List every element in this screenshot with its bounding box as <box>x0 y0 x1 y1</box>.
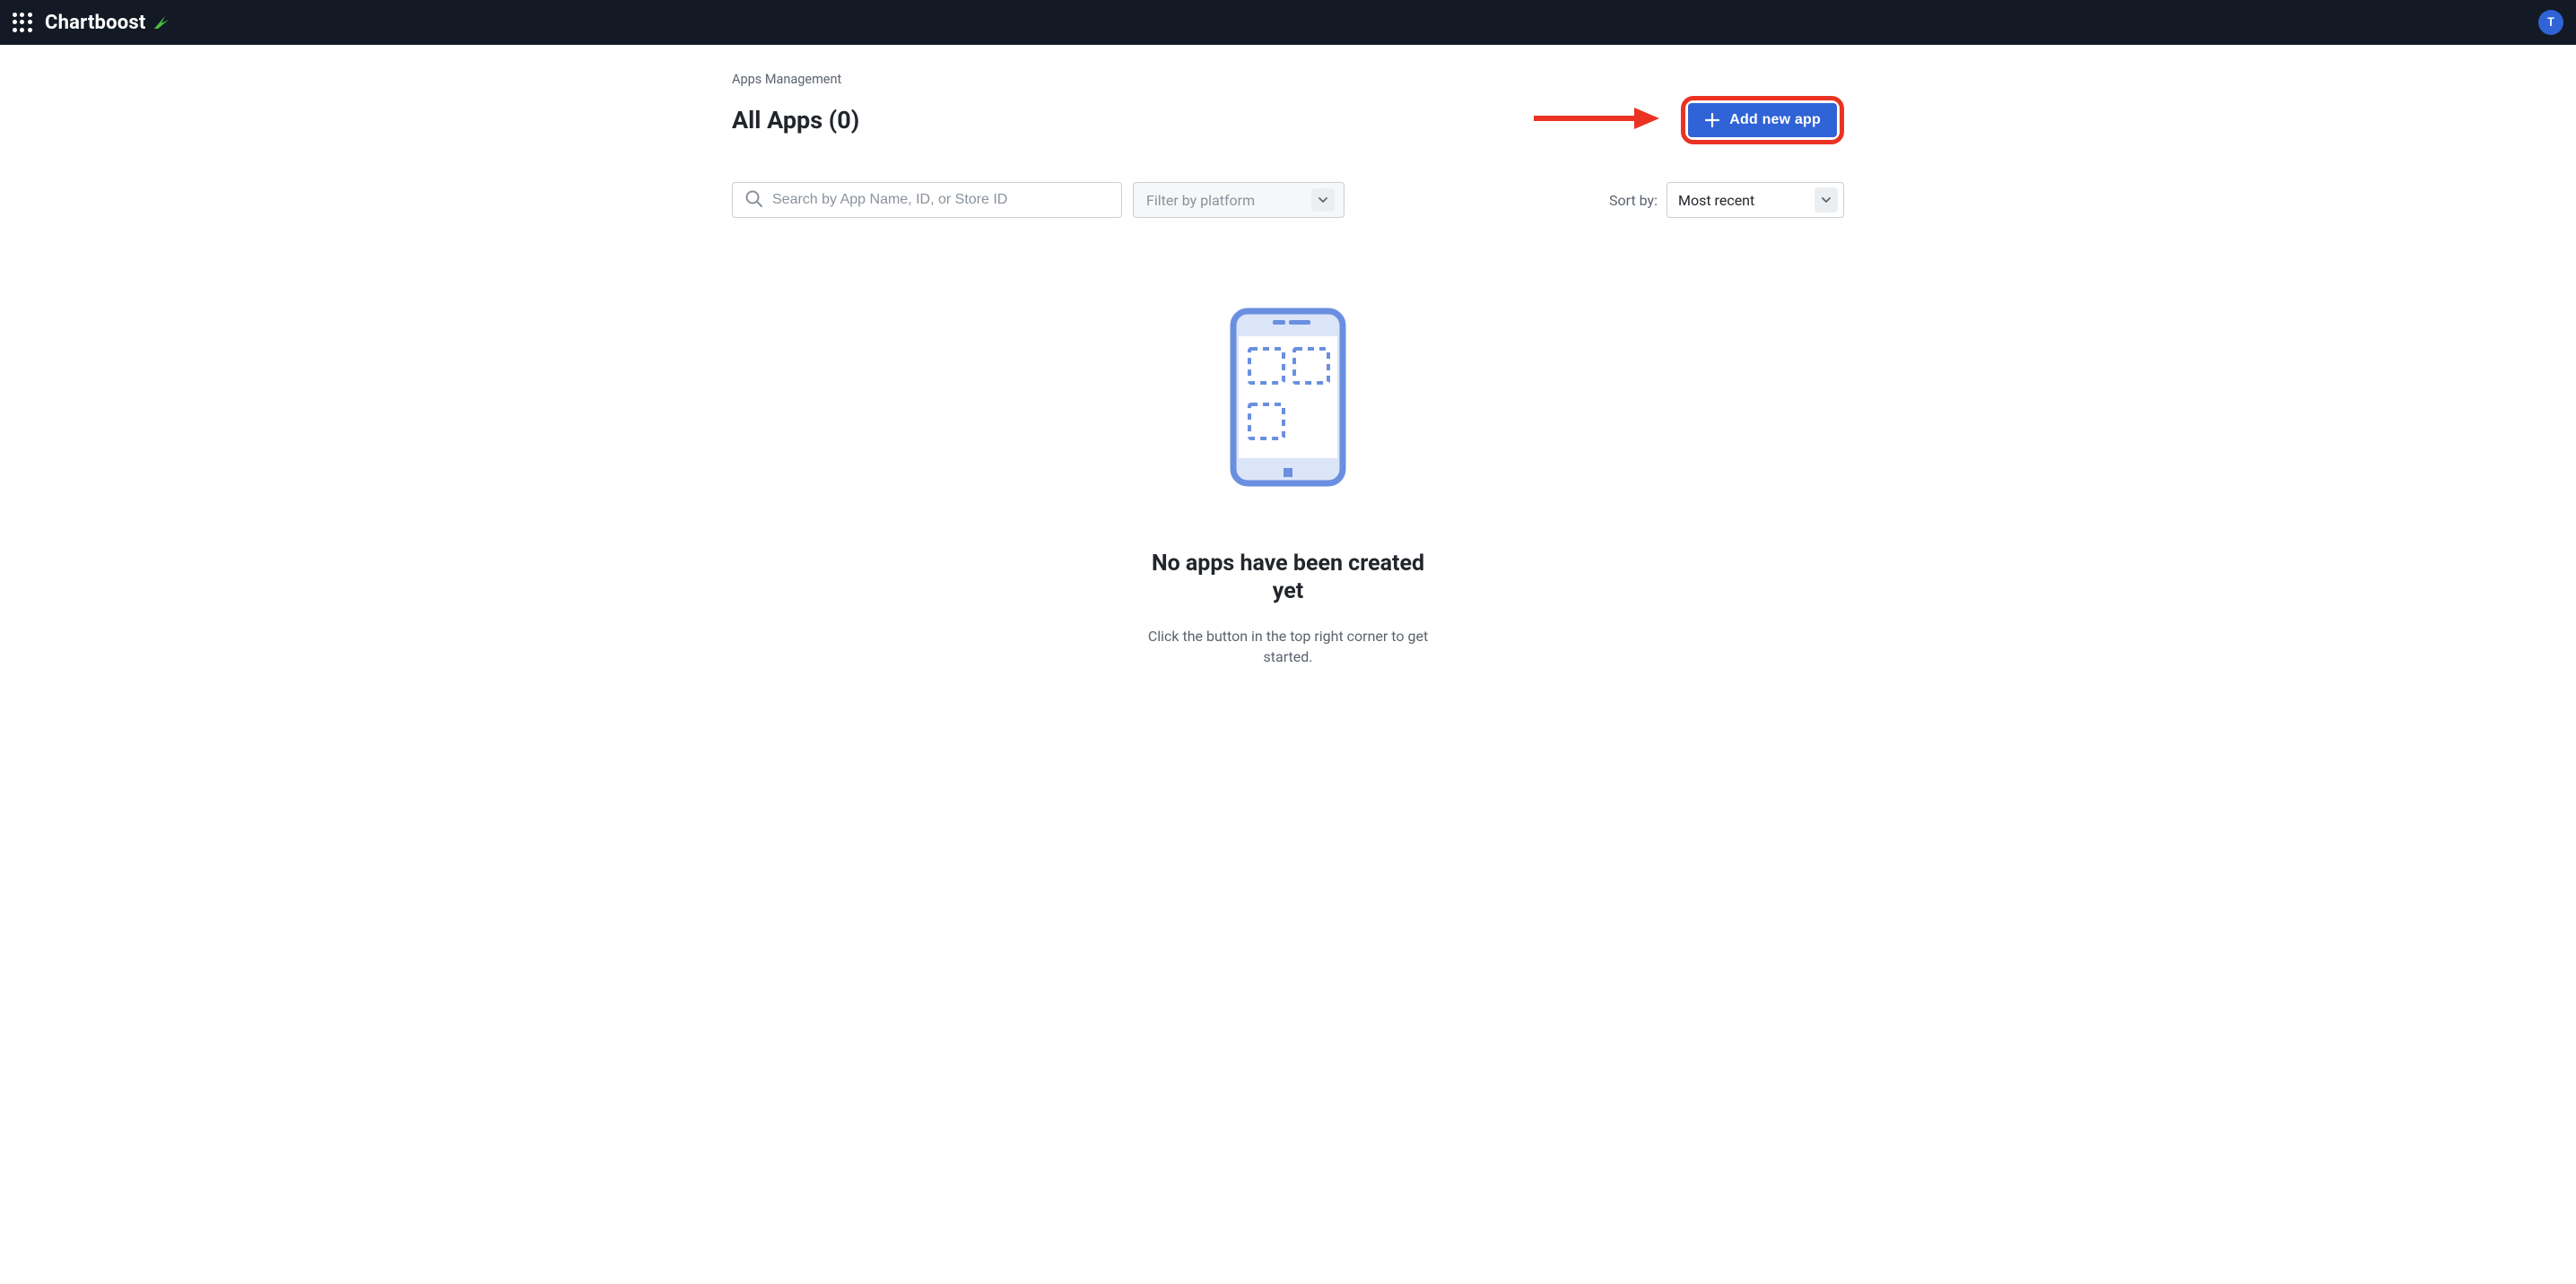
topbar-left: Chartboost <box>13 12 170 34</box>
phone-illustration-icon <box>1230 308 1346 487</box>
add-new-app-button[interactable]: Add new app <box>1688 103 1837 137</box>
sort-select[interactable]: Most recent <box>1667 182 1844 218</box>
chevron-down-icon <box>1311 188 1335 212</box>
app-switcher-icon[interactable] <box>13 13 32 32</box>
empty-state: No apps have been created yet Click the … <box>732 308 1844 667</box>
add-button-highlight-wrap: Add new app <box>1681 96 1844 144</box>
brand-logo[interactable]: Chartboost <box>45 12 170 34</box>
brand-text: Chartboost <box>45 12 145 34</box>
page-content: Apps Management All Apps (0) Add new <box>732 45 1844 721</box>
empty-state-subtitle: Click the button in the top right corner… <box>1144 626 1432 667</box>
sort-label: Sort by: <box>1609 192 1658 209</box>
sort-group: Sort by: Most recent <box>1609 182 1844 218</box>
search-box[interactable] <box>732 182 1122 218</box>
breadcrumb: Apps Management <box>732 72 1844 87</box>
platform-filter-label: Filter by platform <box>1146 192 1255 209</box>
search-input[interactable] <box>772 192 1110 208</box>
add-button-label: Add new app <box>1729 112 1821 128</box>
sort-selected-value: Most recent <box>1678 192 1754 209</box>
topbar: Chartboost T <box>0 0 2576 45</box>
plus-icon <box>1704 112 1720 128</box>
page-title: All Apps (0) <box>732 106 859 134</box>
platform-filter-select[interactable]: Filter by platform <box>1133 182 1345 218</box>
empty-state-title: No apps have been created yet <box>1136 550 1440 606</box>
brand-mark-icon <box>152 13 170 31</box>
user-avatar-initial: T <box>2547 16 2554 30</box>
annotation-arrow-icon <box>1534 105 1659 135</box>
filters-left: Filter by platform <box>732 182 1345 218</box>
search-icon <box>744 188 763 212</box>
filters-row: Filter by platform Sort by: Most recent <box>732 182 1844 218</box>
title-row: All Apps (0) Add new app <box>732 96 1844 144</box>
chevron-down-icon <box>1815 187 1838 213</box>
user-avatar[interactable]: T <box>2538 10 2563 35</box>
